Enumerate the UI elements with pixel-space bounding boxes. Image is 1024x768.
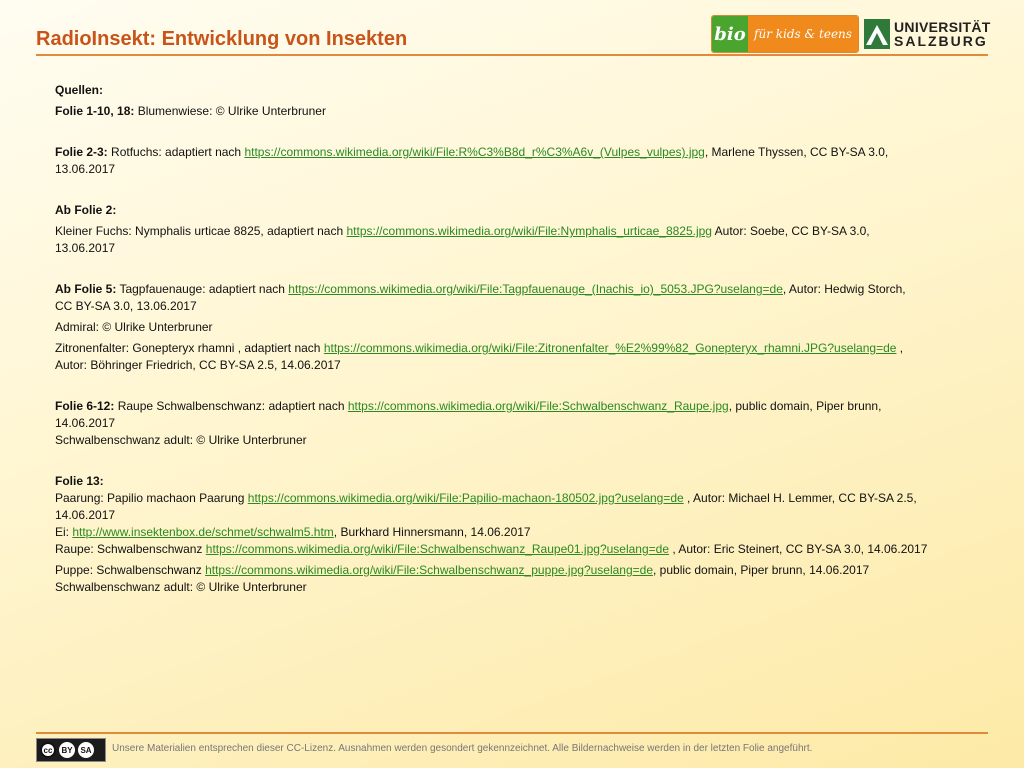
source-label: Ab Folie 5: <box>55 282 117 296</box>
cc-icon: cc <box>40 742 56 758</box>
source-text-line: CC BY-SA 3.0, 13.06.2017 <box>55 299 197 313</box>
source-text: , Autor: Eric Steinert, CC BY-SA 3.0, 14… <box>669 542 928 556</box>
source-text: Autor: Soebe, CC BY-SA 3.0, <box>711 224 870 238</box>
university-logo-line2: SALZBURG <box>894 33 988 49</box>
source-text: Rotfuchs: adaptiert nach <box>107 145 245 159</box>
source-text: Kleiner Fuchs: Nymphalis urticae 8825, a… <box>55 224 347 238</box>
source-text-line: Schwalbenschwanz adult: © Ulrike Unterbr… <box>55 433 307 447</box>
bio-logo-text: bio <box>712 16 748 52</box>
source-text: Puppe: Schwalbenschwanz <box>55 563 206 577</box>
source-link[interactable]: https://commons.wikimedia.org/wiki/File:… <box>347 224 712 238</box>
source-text: , public domain, Piper brunn, <box>728 399 882 413</box>
source-link[interactable]: https://commons.wikimedia.org/wiki/File:… <box>205 563 653 577</box>
source-paarung: Paarung: Papilio machaon Paarung https:/… <box>55 490 995 507</box>
source-ei: Ei: http://www.insektenbox.de/schmet/sch… <box>55 524 995 541</box>
cc-license-badge[interactable]: cc BY SA <box>36 738 106 762</box>
sources-list: Quellen: Folie 1-10, 18: Blumenwiese: © … <box>55 82 995 596</box>
source-link[interactable]: https://commons.wikimedia.org/wiki/File:… <box>206 542 669 556</box>
source-label-folie-13: Folie 13: <box>55 474 104 488</box>
source-text-line: Autor: Böhringer Friedrich, CC BY-SA 2.5… <box>55 358 341 372</box>
source-link[interactable]: https://commons.wikimedia.org/wiki/File:… <box>324 341 897 355</box>
source-link[interactable]: https://commons.wikimedia.org/wiki/File:… <box>348 399 729 413</box>
sources-heading: Quellen: <box>55 83 104 97</box>
footer-divider <box>36 732 988 734</box>
source-text: , Burkhard Hinnersmann, 14.06.2017 <box>333 525 531 539</box>
footer-license-text: Unsere Materialien entsprechen dieser CC… <box>112 743 813 754</box>
source-label-ab-folie-2: Ab Folie 2: <box>55 203 117 217</box>
source-puppe: Puppe: Schwalbenschwanz https://commons.… <box>55 562 995 579</box>
university-crest-icon <box>864 19 890 49</box>
university-logo-line1: UNIVERSITÄT <box>894 19 991 35</box>
source-text: Zitronenfalter: Gonepteryx rhamni , adap… <box>55 341 324 355</box>
source-date: 13.06.2017 <box>55 162 116 176</box>
source-label: Folie 1-10, 18: <box>55 104 135 118</box>
source-folie-1-10: Folie 1-10, 18: Blumenwiese: © Ulrike Un… <box>55 103 995 120</box>
source-text: , <box>896 341 904 355</box>
source-label: Folie 6-12: <box>55 399 115 413</box>
source-text: , Autor: Hedwig Storch, <box>782 282 906 296</box>
source-text: Tagpfauenauge: adaptiert nach <box>116 282 289 296</box>
source-kleiner-fuchs: Kleiner Fuchs: Nymphalis urticae 8825, a… <box>55 223 995 240</box>
source-date: 13.06.2017 <box>55 241 116 255</box>
source-date: 14.06.2017 <box>55 508 116 522</box>
source-folie-6-12: Folie 6-12: Raupe Schwalbenschwanz: adap… <box>55 398 995 415</box>
cc-by-icon: BY <box>59 742 75 758</box>
source-text: Ei: <box>55 525 73 539</box>
source-folie-2-3: Folie 2-3: Rotfuchs: adaptiert nach http… <box>55 144 995 161</box>
bio-kids-teens-logo[interactable]: bio für kids & teens <box>712 16 858 52</box>
source-text: Raupe Schwalbenschwanz: adaptiert nach <box>114 399 348 413</box>
source-date: 14.06.2017 <box>55 416 116 430</box>
source-link[interactable]: http://www.insektenbox.de/schmet/schwalm… <box>72 525 333 539</box>
cc-sa-icon: SA <box>78 742 94 758</box>
university-salzburg-logo[interactable]: UNIVERSITÄT SALZBURG <box>864 16 990 52</box>
source-admiral: Admiral: © Ulrike Unterbruner <box>55 320 213 334</box>
source-text-line: Schwalbenschwanz adult: © Ulrike Unterbr… <box>55 580 307 594</box>
source-link[interactable]: https://commons.wikimedia.org/wiki/File:… <box>288 282 783 296</box>
source-text: Raupe: Schwalbenschwanz <box>55 542 206 556</box>
source-link[interactable]: https://commons.wikimedia.org/wiki/File:… <box>248 491 684 505</box>
source-text: , Marlene Thyssen, CC BY-SA 3.0, <box>704 145 889 159</box>
source-ab-folie-5: Ab Folie 5: Tagpfauenauge: adaptiert nac… <box>55 281 995 298</box>
source-text: , Autor: Michael H. Lemmer, CC BY-SA 2.5… <box>683 491 917 505</box>
source-text: Paarung: Papilio machaon Paarung <box>55 491 248 505</box>
page-title: RadioInsekt: Entwicklung von Insekten <box>36 28 408 50</box>
kids-teens-logo-text: für kids & teens <box>748 16 858 52</box>
source-text: Blumenwiese: © Ulrike Unterbruner <box>134 104 326 118</box>
source-raupe: Raupe: Schwalbenschwanz https://commons.… <box>55 541 995 558</box>
title-divider <box>36 54 988 56</box>
source-link[interactable]: https://commons.wikimedia.org/wiki/File:… <box>244 145 704 159</box>
source-label: Folie 2-3: <box>55 145 108 159</box>
source-text: , public domain, Piper brunn, 14.06.2017 <box>653 563 870 577</box>
source-zitronenfalter: Zitronenfalter: Gonepteryx rhamni , adap… <box>55 340 995 357</box>
